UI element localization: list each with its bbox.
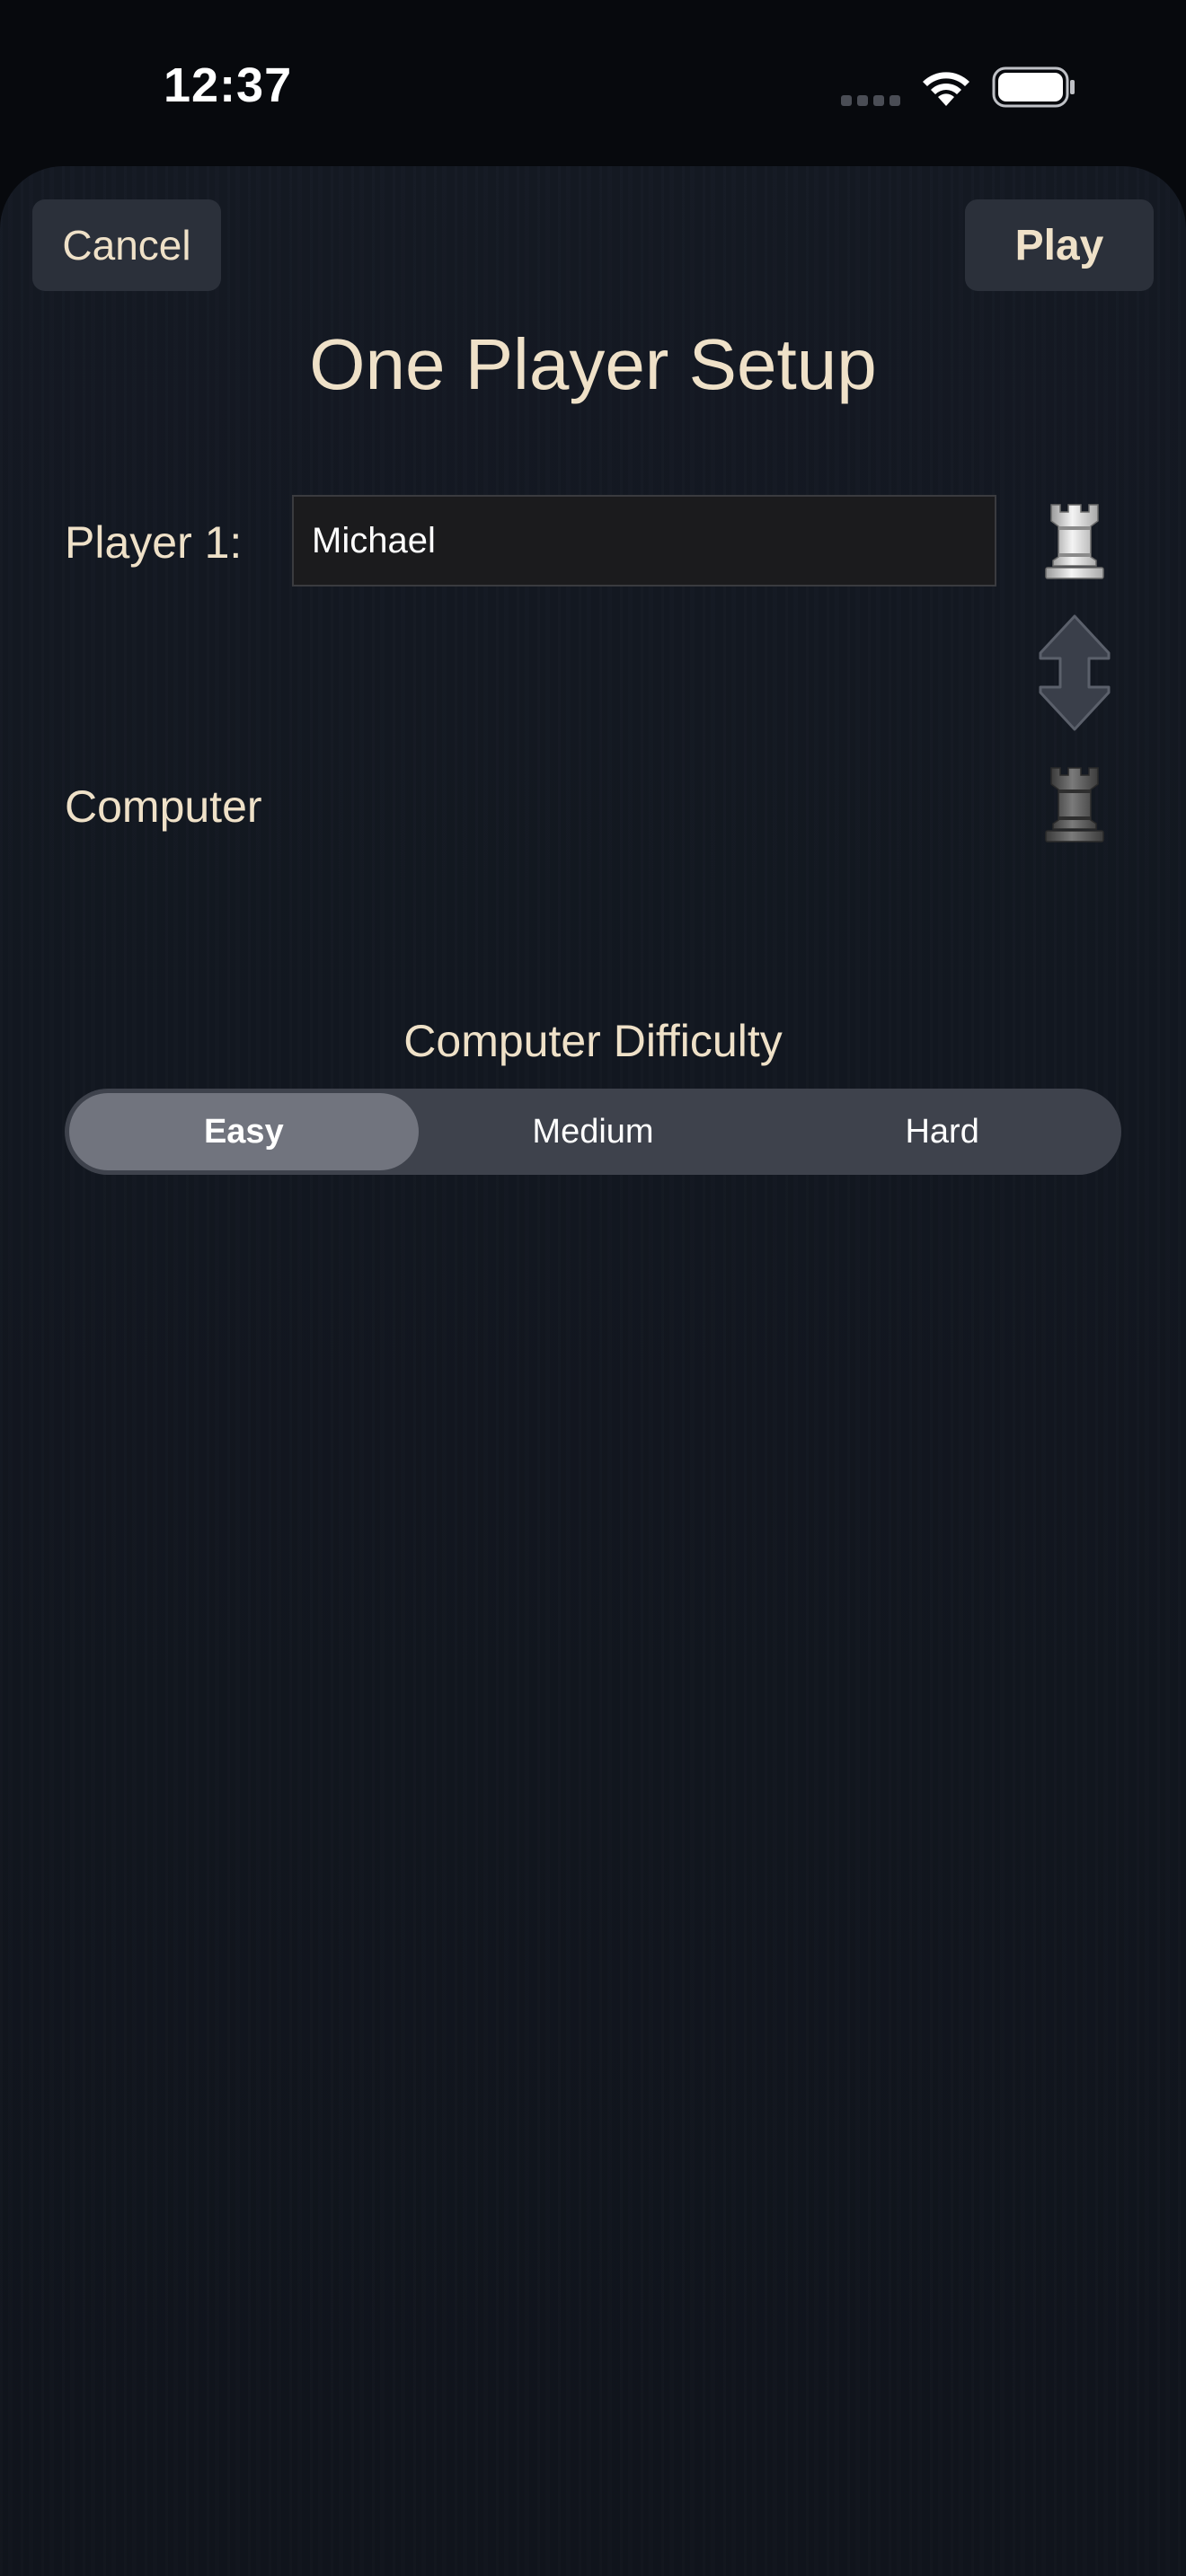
status-bar: 12:37 [0, 0, 1186, 166]
play-button[interactable]: Play [965, 199, 1154, 291]
segment-medium[interactable]: Medium [419, 1093, 768, 1170]
setup-sheet: Cancel Play One Player Setup Player 1: M… [0, 166, 1186, 2576]
page-title: One Player Setup [309, 324, 877, 404]
player1-label: Player 1: [65, 517, 243, 568]
black-rook-icon [1045, 767, 1104, 842]
wifi-icon [923, 72, 969, 106]
battery-icon [992, 66, 1075, 108]
status-time: 12:37 [164, 58, 293, 112]
swap-arrows-icon[interactable] [1037, 613, 1112, 732]
cellular-dots-icon [841, 95, 900, 106]
screen: 12:37 Cancel Play One Player Setup Playe… [0, 0, 1186, 2576]
white-rook-icon [1045, 504, 1104, 579]
segment-easy[interactable]: Easy [69, 1093, 419, 1170]
difficulty-segmented-control: Easy Medium Hard [65, 1089, 1121, 1175]
cancel-button[interactable]: Cancel [32, 199, 221, 291]
difficulty-label: Computer Difficulty [403, 1016, 783, 1066]
computer-label: Computer [65, 781, 262, 832]
segment-hard[interactable]: Hard [767, 1093, 1117, 1170]
player1-name-input[interactable] [292, 495, 996, 587]
